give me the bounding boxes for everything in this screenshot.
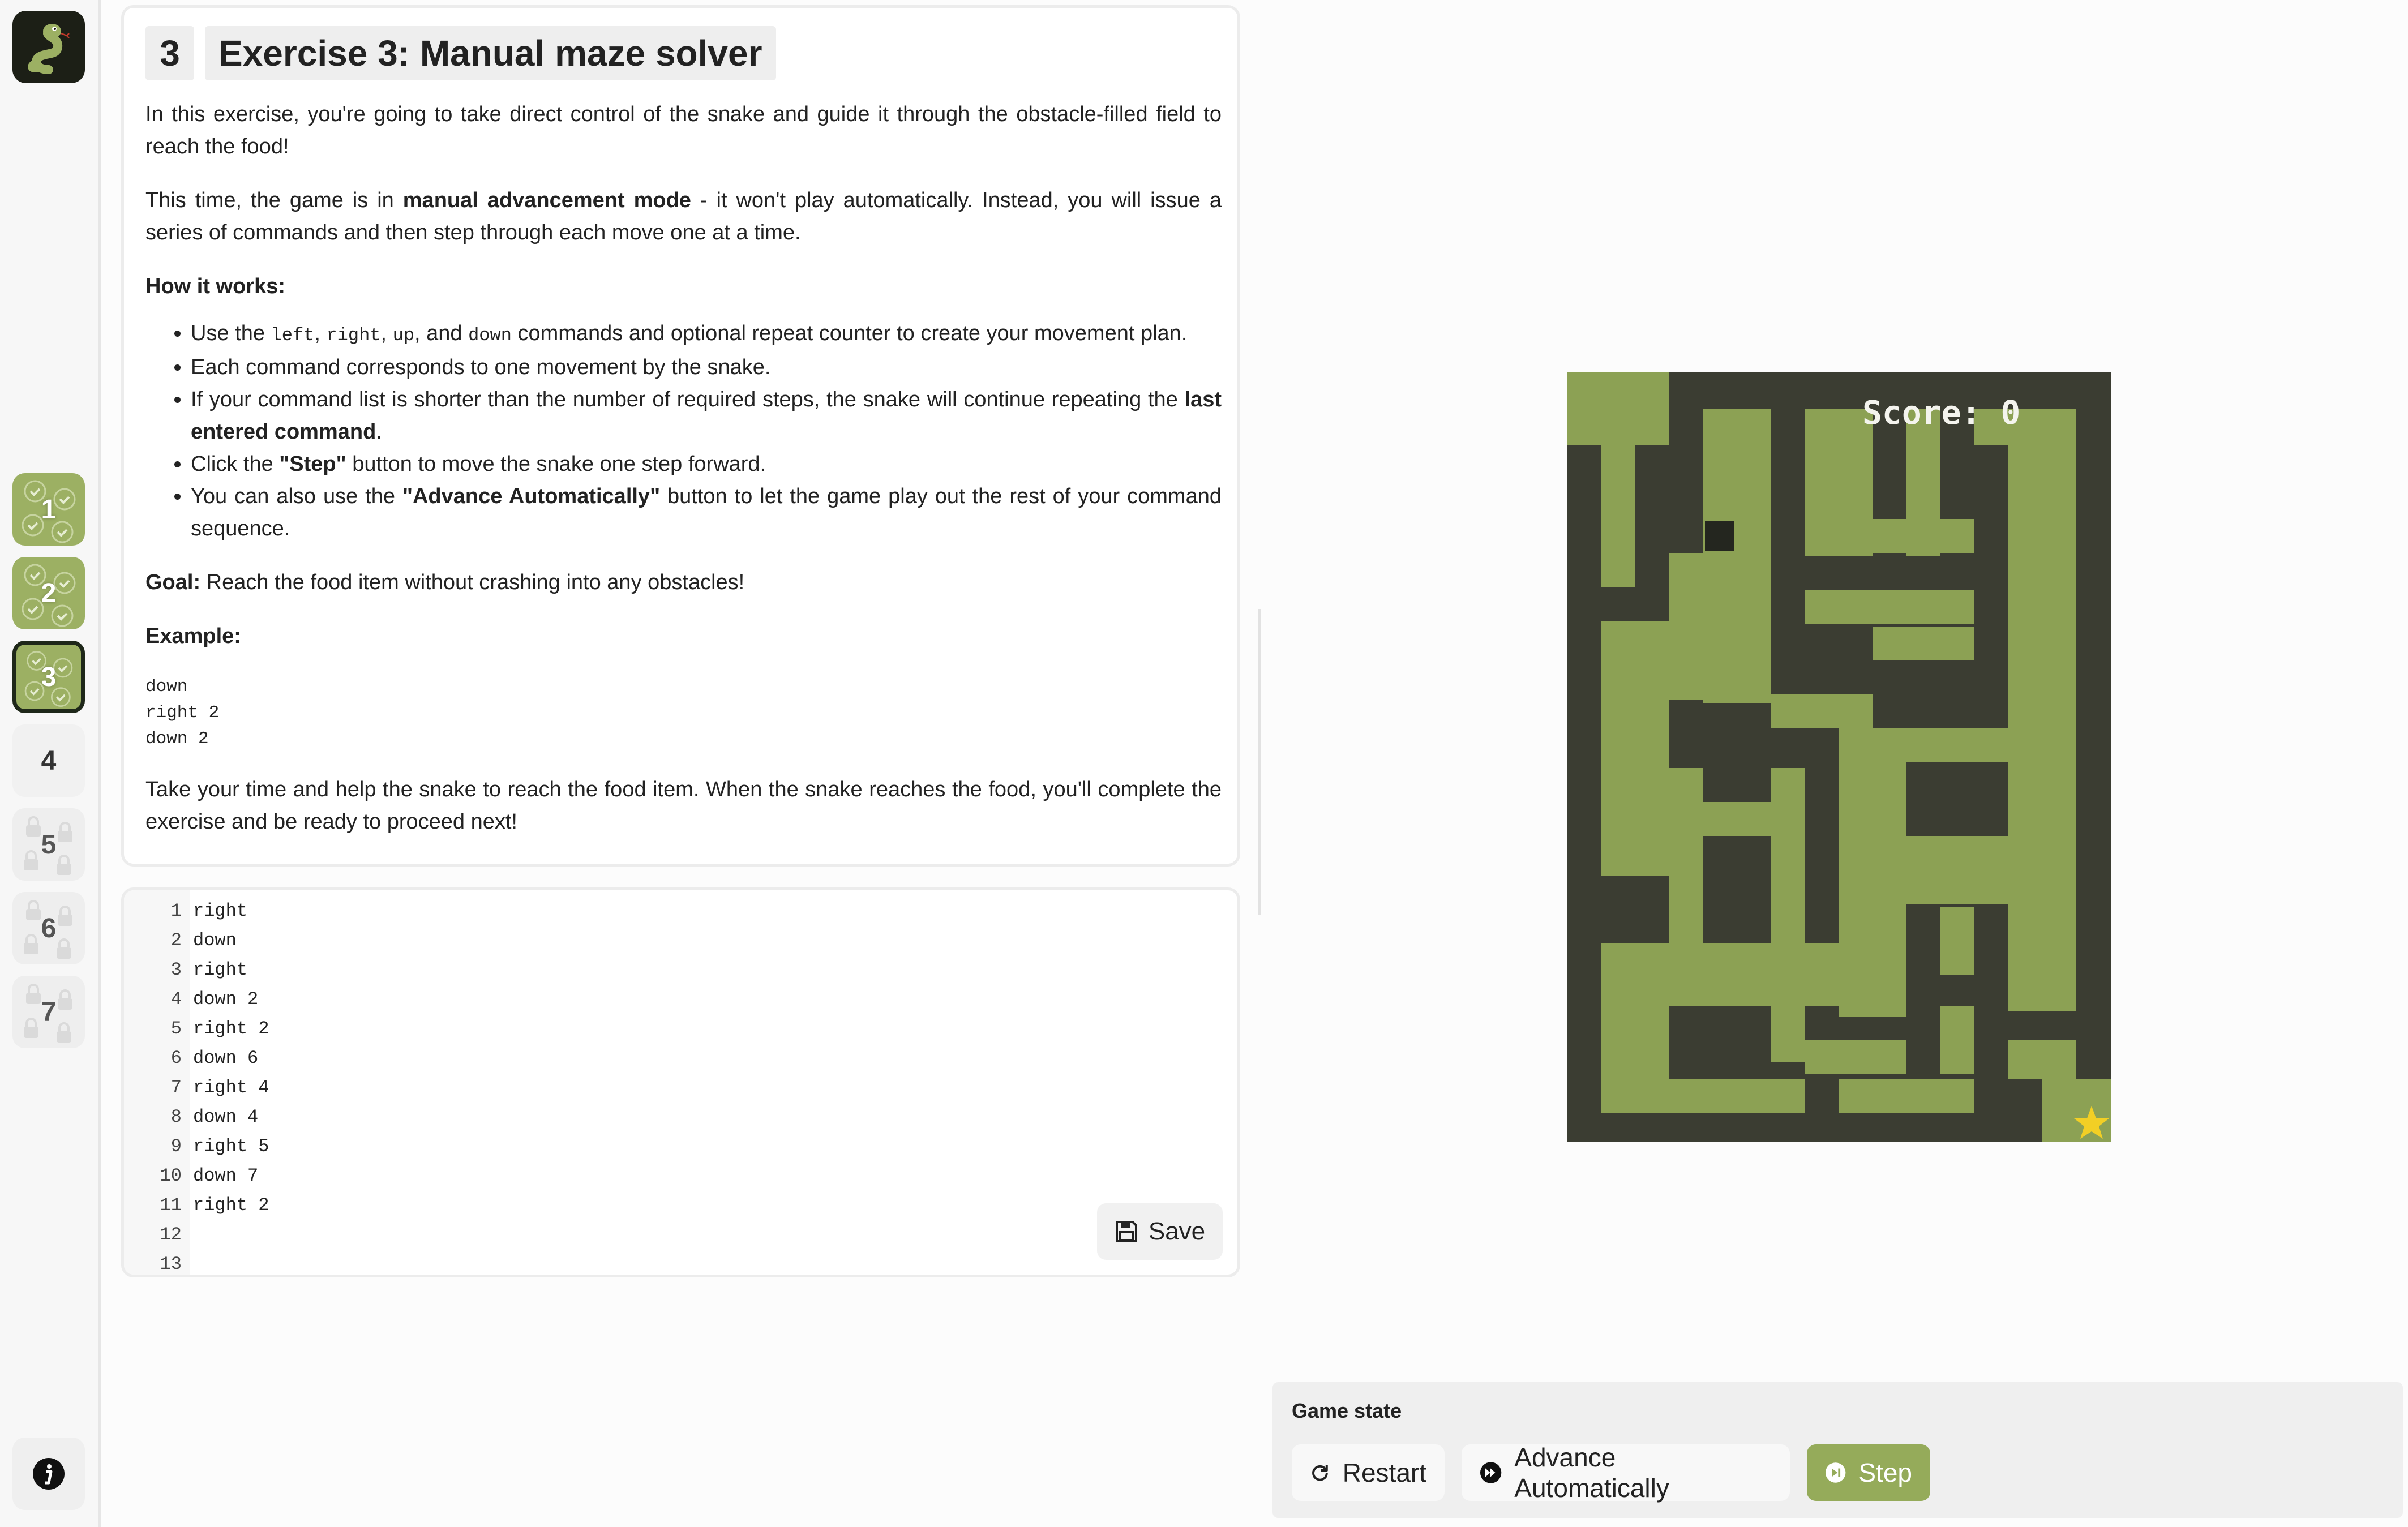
editor-line[interactable]: 2 down [124, 925, 269, 955]
maze-board [1567, 372, 2111, 1142]
how-list-item: Each command corresponds to one movement… [191, 351, 1222, 384]
how-list-item: Click the "Step" button to move the snak… [191, 448, 1222, 481]
example-code: down right 2 down 2 [145, 677, 220, 749]
line-number: 13 [160, 1253, 182, 1275]
panel-resize-handle[interactable] [1258, 609, 1261, 915]
instructions-panel: 3 Exercise 3: Manual maze solver In this… [121, 5, 1240, 867]
fast-forward-icon [1480, 1462, 1502, 1483]
game-state-panel: Game state Restart Advance Automatically… [1272, 1382, 2403, 1518]
editor-line[interactable]: 10 down 7 [124, 1161, 269, 1190]
editor-line[interactable]: 12 [124, 1220, 269, 1249]
line-code[interactable]: right 2 [187, 1018, 269, 1039]
line-number: 6 [170, 1047, 182, 1069]
advance-automatically-button[interactable]: Advance Automatically [1462, 1443, 1790, 1503]
editor-line[interactable]: 13 [124, 1249, 269, 1275]
line-number: 1 [170, 900, 182, 921]
line-number: 2 [170, 929, 182, 951]
game-state-label: Game state [1292, 1399, 1402, 1422]
how-list-item: Use the left, right, up, and down comman… [191, 318, 1222, 351]
info-button[interactable] [12, 1438, 85, 1510]
line-code[interactable]: down 6 [187, 1048, 258, 1069]
level-5-button[interactable]: 5 [12, 808, 85, 881]
level-number: 6 [41, 913, 57, 943]
line-code[interactable]: right [187, 959, 247, 980]
level-number: 2 [41, 578, 57, 608]
intro-paragraph: In this exercise, you're going to take d… [145, 102, 1222, 158]
level-sidebar: 1 2 3 4 5 6 7 [0, 0, 101, 1527]
level-number: 3 [41, 662, 57, 692]
example-block: down right 2 down 2 [145, 674, 1222, 752]
line-code[interactable]: down [187, 930, 237, 951]
editor-line[interactable]: 9 right 5 [124, 1131, 269, 1161]
editor-line[interactable]: 8 down 4 [124, 1102, 269, 1131]
how-list-item: If your command list is shorter than the… [191, 384, 1222, 448]
save-label: Save [1148, 1217, 1206, 1245]
line-number: 4 [170, 988, 182, 1010]
goal-paragraph: Goal: Reach the food item without crashi… [145, 571, 745, 594]
level-number: 7 [41, 997, 57, 1027]
outro-paragraph: Take your time and help the snake to rea… [145, 778, 1222, 834]
how-list: Use the left, right, up, and down comman… [145, 318, 1222, 545]
step-button[interactable]: Step [1807, 1444, 1930, 1501]
level-number: 1 [41, 494, 57, 525]
how-list-item: You can also use the "Advance Automatica… [191, 481, 1222, 545]
instructions-body: In this exercise, you're going to take d… [145, 98, 1222, 860]
exercise-title: Exercise 3: Manual maze solver [205, 26, 776, 80]
snake-icon [28, 24, 70, 74]
example-heading: Example: [145, 624, 241, 648]
restart-icon [1312, 1465, 1328, 1481]
line-code[interactable]: down 2 [187, 989, 258, 1010]
editor-line[interactable]: 7 right 4 [124, 1073, 269, 1102]
line-code[interactable]: right 5 [187, 1136, 269, 1157]
save-button[interactable]: Save [1097, 1203, 1223, 1260]
exercise-number: 3 [145, 26, 194, 80]
level-1-button[interactable]: 1 [12, 473, 85, 546]
line-code[interactable]: down 7 [187, 1165, 258, 1186]
restart-label: Restart [1342, 1458, 1426, 1487]
level-6-button[interactable]: 6 [12, 892, 85, 964]
line-number: 8 [170, 1106, 182, 1127]
command-editor[interactable]: 1 right 2 down 3 right 4 down 2 5 right 2 6 do… [121, 887, 1240, 1277]
editor-line[interactable]: 6 down 6 [124, 1043, 269, 1073]
app-logo[interactable] [12, 11, 85, 83]
exercise-header: 3 Exercise 3: Manual maze solver [145, 26, 776, 80]
step-label: Step [1858, 1458, 1912, 1487]
advance-label: Advance Automatically [1514, 1443, 1669, 1503]
editor-line[interactable]: 5 right 2 [124, 1014, 269, 1043]
level-2-button[interactable]: 2 [12, 557, 85, 629]
line-number: 10 [160, 1165, 182, 1186]
line-number: 11 [160, 1194, 182, 1216]
level-3-button[interactable]: 3 [12, 641, 85, 713]
editor-line[interactable]: 4 down 2 [124, 984, 269, 1014]
level-4-button[interactable]: 4 [12, 724, 85, 797]
floppy-disk-icon [1115, 1221, 1137, 1242]
score-display: Score: 0 [1862, 393, 2021, 432]
step-forward-icon [1825, 1462, 1846, 1483]
line-code[interactable]: right 2 [187, 1195, 269, 1216]
editor-line[interactable]: 1 right [124, 896, 269, 925]
mode-paragraph: This time, the game is in manual advance… [145, 188, 1222, 245]
how-heading: How it works: [145, 274, 286, 298]
line-number: 3 [170, 959, 182, 980]
editor-line[interactable]: 3 right [124, 955, 269, 984]
level-number: 4 [41, 745, 57, 776]
snake-head [1705, 521, 1734, 551]
line-number: 9 [170, 1135, 182, 1157]
editor-line[interactable]: 11 right 2 [124, 1190, 269, 1220]
level-number: 5 [41, 829, 57, 860]
line-code[interactable]: right [187, 900, 247, 921]
line-code[interactable]: down 4 [187, 1106, 258, 1127]
info-icon [33, 1458, 65, 1490]
line-number: 7 [170, 1076, 182, 1098]
line-number: 5 [170, 1018, 182, 1039]
restart-button[interactable]: Restart [1292, 1444, 1445, 1501]
level-7-button[interactable]: 7 [12, 976, 85, 1048]
line-number: 12 [160, 1224, 182, 1245]
line-code[interactable]: right 4 [187, 1077, 269, 1098]
editor-lines[interactable]: 1 right 2 down 3 right 4 down 2 5 right 2 6 do… [124, 896, 269, 1275]
